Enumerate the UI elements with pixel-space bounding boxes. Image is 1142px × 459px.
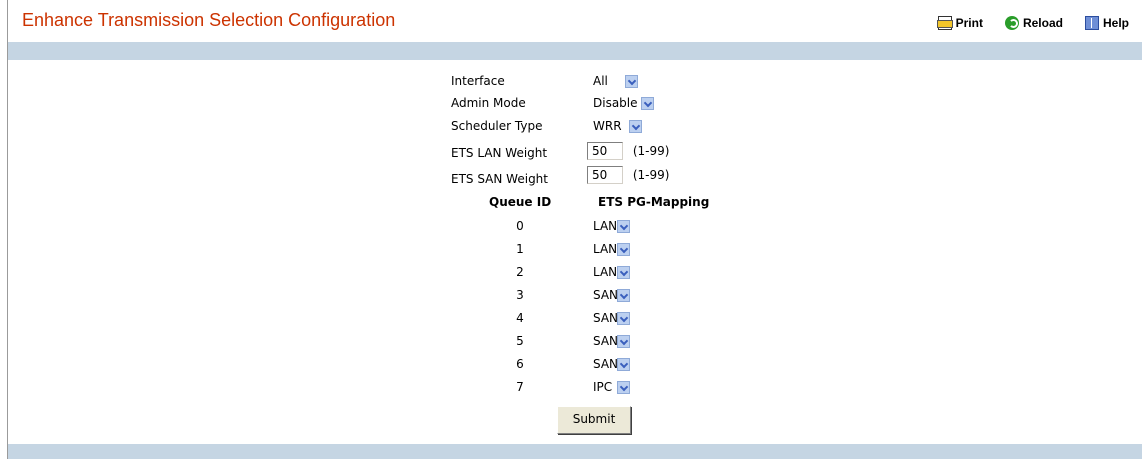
queue-id-header: Queue ID: [489, 195, 552, 209]
chevron-down-icon: [617, 265, 630, 279]
pg-mapping-value: IPC: [593, 380, 613, 394]
pg-mapping-value: LAN: [593, 219, 618, 233]
chevron-down-icon: [617, 380, 630, 394]
pg-mapping-select[interactable]: SAN: [587, 333, 630, 349]
admin-mode-label: Admin Mode: [451, 96, 526, 110]
queue-id-cell: 0: [516, 219, 524, 233]
ets-san-weight-label: ETS SAN Weight: [451, 172, 548, 186]
queue-id-cell: 5: [516, 334, 524, 348]
chevron-down-icon: [617, 334, 630, 348]
submit-button[interactable]: Submit: [557, 406, 631, 434]
chevron-down-icon: [617, 242, 630, 256]
pg-mapping-select[interactable]: SAN: [587, 310, 630, 326]
pg-mapping-value: LAN: [593, 265, 618, 279]
chevron-down-icon: [625, 74, 638, 88]
pg-mapping-value: SAN: [593, 357, 619, 371]
chevron-down-icon: [617, 288, 630, 302]
page-frame: Enhance Transmission Selection Configura…: [7, 0, 1142, 459]
ets-lan-weight-input[interactable]: [587, 142, 623, 160]
pg-mapping-select[interactable]: IPC: [587, 379, 630, 395]
queue-id-cell: 4: [516, 311, 524, 325]
ets-pg-mapping-header: ETS PG-Mapping: [598, 195, 710, 209]
pg-mapping-value: LAN: [593, 242, 618, 256]
ets-config-form: Interface All Admin Mode Disable Schedul…: [8, 0, 1141, 459]
pg-mapping-select[interactable]: LAN: [587, 218, 630, 234]
admin-mode-value: Disable: [593, 96, 638, 110]
pg-mapping-select[interactable]: LAN: [587, 241, 630, 257]
ets-lan-weight-group: (1-99): [587, 142, 669, 160]
scheduler-type-label: Scheduler Type: [451, 119, 543, 133]
footer-bar: [8, 444, 1142, 459]
chevron-down-icon: [629, 119, 642, 133]
chevron-down-icon: [617, 311, 630, 325]
pg-mapping-select[interactable]: SAN: [587, 356, 630, 372]
ets-san-weight-input[interactable]: [587, 166, 623, 184]
interface-value: All: [593, 74, 608, 88]
queue-id-cell: 3: [516, 288, 524, 302]
pg-mapping-value: SAN: [593, 311, 619, 325]
chevron-down-icon: [617, 357, 630, 371]
interface-select[interactable]: All: [587, 73, 638, 89]
scheduler-type-value: WRR: [593, 119, 622, 133]
interface-label: Interface: [451, 74, 505, 88]
ets-lan-weight-label: ETS LAN Weight: [451, 146, 548, 160]
ets-san-weight-group: (1-99): [587, 166, 669, 184]
pg-mapping-select[interactable]: LAN: [587, 264, 630, 280]
pg-mapping-value: SAN: [593, 334, 619, 348]
ets-san-weight-range: (1-99): [632, 168, 670, 182]
scheduler-type-select[interactable]: WRR: [587, 118, 642, 134]
queue-id-cell: 1: [516, 242, 524, 256]
chevron-down-icon: [640, 96, 654, 110]
pg-mapping-value: SAN: [593, 288, 619, 302]
chevron-down-icon: [617, 219, 630, 233]
queue-id-cell: 7: [516, 380, 524, 394]
pg-mapping-select[interactable]: SAN: [587, 287, 630, 303]
queue-id-cell: 6: [516, 357, 524, 371]
queue-id-cell: 2: [516, 265, 524, 279]
ets-lan-weight-range: (1-99): [632, 144, 670, 158]
admin-mode-select[interactable]: Disable: [587, 95, 654, 111]
